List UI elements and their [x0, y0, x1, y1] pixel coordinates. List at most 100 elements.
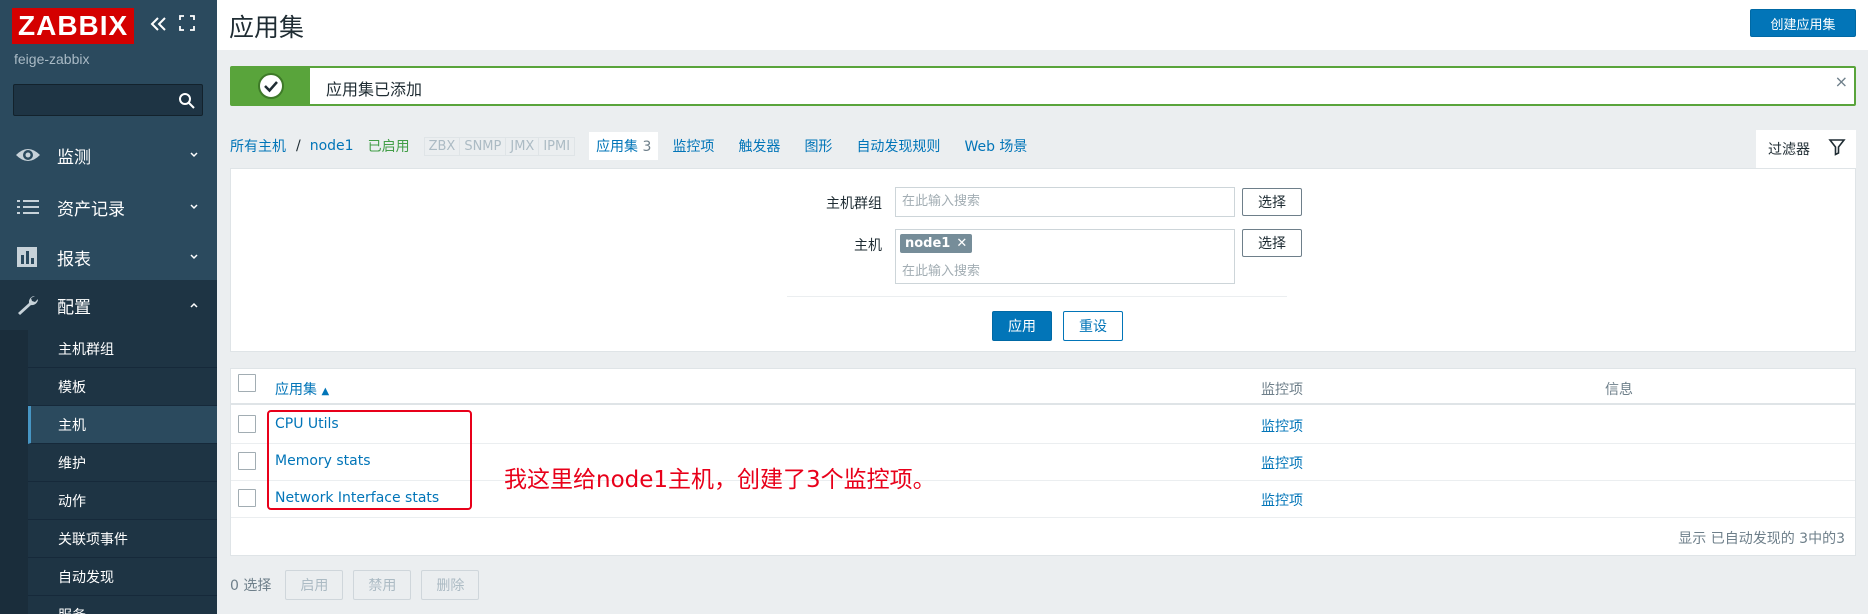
host-select-button[interactable]: 选择 [1242, 229, 1302, 257]
filter-panel: 主机群组 在此输入搜索 选择 主机 node1 ✕ 在此输入搜索 选择 应用 重… [230, 168, 1856, 352]
select-all-checkbox[interactable] [238, 374, 256, 392]
table-paging-summary: 显示 已自动发现的 3中的3 [1678, 531, 1845, 547]
tab-graphs[interactable]: 图形 [804, 136, 832, 156]
chevron-down-icon [190, 152, 198, 158]
remove-chip-icon[interactable]: ✕ [956, 236, 967, 251]
check-circle-icon [258, 73, 284, 99]
menu-label: 监测 [57, 147, 91, 168]
create-application-button[interactable]: 创建应用集 [1750, 9, 1856, 37]
availability-tags: ZBX SNMP JMX IPMI [423, 136, 576, 156]
kiosk-mode-icon[interactable] [178, 14, 196, 32]
zabbix-logo[interactable]: ZABBIX [12, 8, 135, 44]
host-link[interactable]: node1 [310, 138, 354, 154]
success-message: 应用集已添加 × [230, 66, 1856, 106]
reset-button[interactable]: 重设 [1063, 311, 1123, 341]
host-chip: node1 ✕ [900, 234, 973, 253]
annotation-highlight-box [267, 410, 472, 510]
chevron-up-icon [190, 302, 198, 308]
page-title: 应用集 [229, 13, 305, 42]
submenu-event-correlation[interactable]: 关联项事件 [28, 520, 217, 558]
tab-applications-count: 3 [642, 139, 652, 155]
eye-icon [16, 149, 40, 161]
host-status[interactable]: 已启用 [368, 136, 410, 156]
selected-count: 0 选择 [230, 578, 272, 594]
host-group-select-button[interactable]: 选择 [1242, 188, 1302, 216]
submenu-host-groups[interactable]: 主机群组 [28, 330, 217, 368]
configuration-submenu: 主机群组 模板 主机 维护 动作 关联项事件 自动发现 服务 [0, 330, 217, 614]
tab-triggers[interactable]: 触发器 [738, 136, 780, 156]
host-placeholder: 在此输入搜索 [902, 264, 981, 279]
host-input[interactable]: node1 ✕ 在此输入搜索 [895, 229, 1235, 284]
breadcrumb-separator: / [296, 138, 301, 154]
column-items-header: 监控项 [1261, 382, 1303, 398]
enable-button[interactable]: 启用 [285, 570, 344, 600]
host-group-label: 主机群组 [826, 196, 882, 212]
applications-table: 应用集 ▲ 监控项 信息 CPU Utils 监控项 Memory stats … [230, 368, 1856, 556]
zbx-tag: ZBX [425, 137, 461, 155]
sidebar-search-input[interactable] [13, 84, 203, 116]
table-header: 应用集 ▲ 监控项 信息 [231, 369, 1855, 405]
table-row: Network Interface stats 监控项 [231, 481, 1855, 518]
items-link[interactable]: 监控项 [1261, 490, 1303, 510]
success-icon-box [232, 68, 310, 104]
ipmi-tag: IPMI [543, 138, 571, 154]
row-checkbox[interactable] [238, 489, 256, 507]
host-group-placeholder: 在此输入搜索 [902, 194, 981, 209]
table-row: Memory stats 监控项 [231, 444, 1855, 481]
column-name-header[interactable]: 应用集 ▲ [275, 379, 329, 399]
delete-button[interactable]: 删除 [421, 570, 480, 600]
submenu-hosts[interactable]: 主机 [28, 406, 217, 444]
host-chip-label: node1 [905, 236, 951, 251]
all-hosts-link[interactable]: 所有主机 [230, 136, 286, 156]
menu-reports[interactable]: 报表 [0, 232, 217, 282]
submenu-discovery[interactable]: 自动发现 [28, 558, 217, 596]
items-link[interactable]: 监控项 [1261, 416, 1303, 436]
mass-action-bar: 0 选择 启用 禁用 删除 [230, 570, 489, 600]
filter-tab-label: 过滤器 [1768, 142, 1810, 158]
list-icon [17, 200, 39, 214]
submenu-actions[interactable]: 动作 [28, 482, 217, 520]
tab-web-scenarios[interactable]: Web 场景 [964, 136, 1027, 156]
server-name: feige-zabbix [14, 51, 90, 67]
annotation-text: 我这里给node1主机，创建了3个监控项。 [504, 467, 936, 493]
success-message-text: 应用集已添加 [326, 80, 423, 99]
filter-divider [787, 296, 1287, 297]
row-checkbox[interactable] [238, 415, 256, 433]
items-link[interactable]: 监控项 [1261, 453, 1303, 473]
host-group-input[interactable]: 在此输入搜索 [895, 187, 1235, 217]
filter-tab[interactable]: 过滤器 [1756, 130, 1856, 168]
disable-button[interactable]: 禁用 [353, 570, 412, 600]
menu-label: 配置 [57, 297, 91, 318]
row-checkbox[interactable] [238, 452, 256, 470]
close-icon[interactable]: × [1835, 72, 1848, 91]
menu-monitoring[interactable]: 监测 [0, 130, 217, 180]
tab-applications-label: 应用集 [596, 139, 639, 155]
submenu-services[interactable]: 服务 [28, 596, 217, 614]
sort-asc-icon: ▲ [321, 386, 330, 397]
submenu-maintenance[interactable]: 维护 [28, 444, 217, 482]
menu-configuration[interactable]: 配置 [0, 280, 217, 330]
sidebar: ZABBIX feige-zabbix 监测 资产记录 报表 配置 主机群组 模… [0, 0, 217, 614]
table-row: CPU Utils 监控项 [231, 407, 1855, 444]
menu-inventory[interactable]: 资产记录 [0, 182, 217, 232]
bar-chart-icon [17, 247, 37, 267]
collapse-sidebar-icon[interactable] [148, 14, 168, 34]
menu-label: 资产记录 [57, 199, 125, 220]
submenu-templates[interactable]: 模板 [28, 368, 217, 406]
jmx-tag: JMX [506, 137, 540, 155]
search-icon[interactable] [178, 92, 196, 110]
submenu-gutter [0, 330, 28, 614]
column-info-header: 信息 [1605, 382, 1633, 398]
snmp-tag: SNMP [460, 137, 507, 155]
wrench-icon [18, 295, 39, 315]
menu-label: 报表 [57, 249, 91, 270]
tab-items[interactable]: 监控项 [672, 136, 714, 156]
tab-discovery-rules[interactable]: 自动发现规则 [856, 136, 940, 156]
apply-button[interactable]: 应用 [992, 311, 1052, 341]
chevron-down-icon [190, 254, 198, 260]
host-navigation: 所有主机 / node1 已启用 ZBX SNMP JMX IPMI 应用集 3… [230, 128, 1051, 164]
host-label: 主机 [854, 238, 882, 254]
page-header: 应用集 创建应用集 [217, 0, 1868, 50]
tab-applications[interactable]: 应用集 3 [589, 132, 659, 160]
column-name-label: 应用集 [275, 382, 317, 398]
